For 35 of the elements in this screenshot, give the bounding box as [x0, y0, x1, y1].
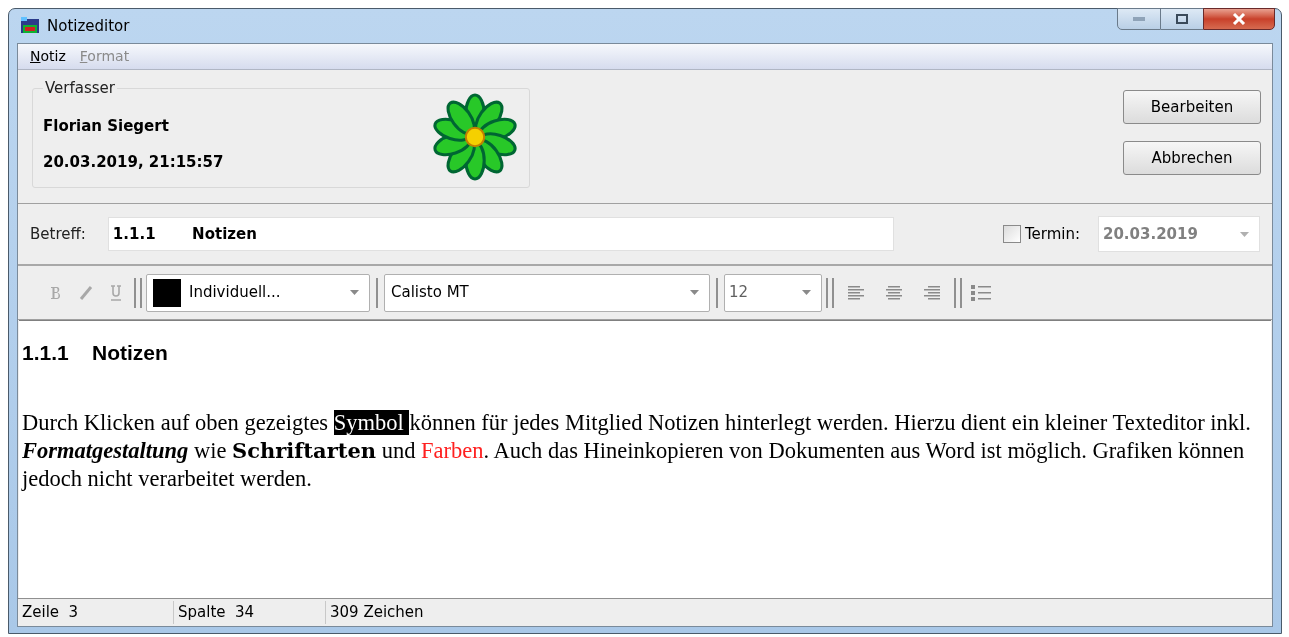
color-combo[interactable]: Individuell... [146, 273, 370, 312]
bold-icon [49, 285, 63, 300]
underline-icon [110, 284, 122, 301]
dropdown-arrow-icon [1240, 231, 1249, 237]
dropdown-arrow-icon [802, 290, 811, 295]
status-field: Zeile 3 [18, 601, 174, 624]
minimize-button[interactable] [1117, 8, 1161, 30]
font-combo[interactable]: Calisto MT [384, 273, 710, 312]
author-datetime: 20.03.2019, 21:15:57 [43, 152, 224, 173]
note-heading: 1.1.1 Notizen [22, 340, 169, 366]
dialog-button[interactable]: Abbrechen [1123, 141, 1261, 175]
dropdown-arrow-icon [350, 290, 359, 295]
window-title: Notizeditor [47, 15, 130, 37]
minimize-icon [1133, 17, 1145, 21]
termin-label: Termin: [1024, 223, 1080, 245]
subject-field[interactable]: 1.1.1 Notizen [107, 217, 894, 251]
align-center-icon [886, 285, 902, 300]
text-editor[interactable] [19, 320, 1271, 598]
dropdown-arrow-icon [690, 290, 699, 295]
close-icon [1232, 13, 1246, 25]
dialog-button[interactable]: Bearbeiten [1123, 90, 1261, 124]
status-field: 309 Zeichen [326, 601, 626, 624]
align-right-icon [924, 285, 940, 300]
bullet-list-icon [971, 283, 991, 302]
app-icon [19, 16, 41, 36]
italic-icon [78, 285, 94, 300]
subject-label: Betreff: [30, 223, 86, 245]
align-left-icon [848, 285, 864, 300]
close-button[interactable] [1203, 8, 1275, 30]
status-field: Spalte 34 [174, 601, 326, 624]
note-paragraph: Durch Klicken auf oben gezeigtes Symbol können für jedes Mitglied Notizen hinterlegt werden. Hierzu dient ein kleiner Texteditor inkl. Formatgestaltung wie Schriftarten und Farben. Auch das Hineinkopieren von Dokumenten aus Word ist möglich. Grafiken können jedoch nicht verarbeitet werden. [22, 408, 1252, 493]
menu-item[interactable]: Notiz [30, 46, 66, 67]
maximize-button[interactable] [1161, 8, 1203, 30]
maximize-icon [1176, 14, 1188, 24]
author-name: Florian Siegert [43, 116, 169, 137]
